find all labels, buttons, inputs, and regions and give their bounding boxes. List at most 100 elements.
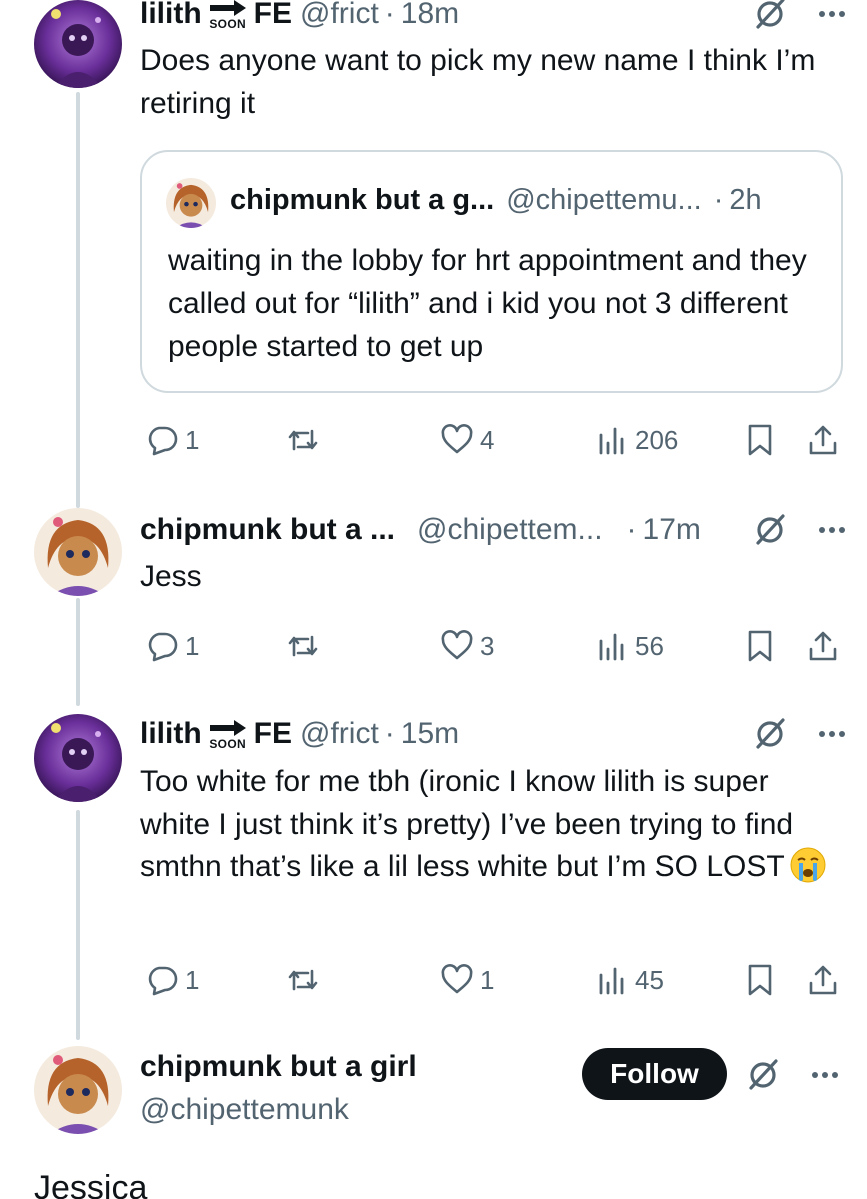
- display-name-suffix[interactable]: FE: [254, 0, 292, 31]
- quoted-tweet[interactable]: chipmunk but a g... @chipettemu... · 2h …: [140, 150, 843, 393]
- tweet-header: lilith SOON FE @frict · 18m: [140, 0, 847, 34]
- display-name[interactable]: chipmunk but a ...: [140, 513, 395, 547]
- views-button[interactable]: 45: [595, 960, 664, 1000]
- quoted-user-handle[interactable]: @chipettemu...: [506, 184, 701, 217]
- views-button[interactable]: 206: [595, 420, 678, 460]
- reply-icon: [148, 426, 178, 456]
- quoted-display-name[interactable]: chipmunk but a g...: [230, 184, 494, 217]
- views-icon: [599, 427, 624, 455]
- share-icon: [809, 631, 837, 661]
- user-handle[interactable]: @frict: [300, 0, 379, 31]
- avatar[interactable]: [34, 0, 122, 88]
- main-display-name[interactable]: chipmunk but a girl: [140, 1050, 417, 1084]
- like-count: 4: [480, 424, 495, 455]
- share-button[interactable]: [806, 626, 840, 666]
- reply-count: 1: [185, 630, 200, 661]
- loudly-crying-face-icon: [790, 847, 826, 883]
- grok-icon[interactable]: [746, 1058, 780, 1092]
- repost-icon: [288, 635, 318, 657]
- tweet-header: lilith SOON FE @frict · 15m: [140, 714, 847, 754]
- repost-icon: [288, 969, 318, 991]
- heart-icon: [441, 630, 473, 660]
- grok-icon[interactable]: [753, 717, 787, 751]
- tweet-actions: 1 1 45: [140, 960, 847, 1000]
- bookmark-icon: [748, 630, 772, 662]
- grok-icon[interactable]: [753, 0, 787, 31]
- avatar[interactable]: [34, 508, 122, 596]
- view-count: 56: [635, 630, 664, 661]
- tweet-text: Too white for me tbh (ironic I know lili…: [140, 761, 837, 889]
- bookmark-button[interactable]: [743, 626, 777, 666]
- heart-icon: [441, 964, 473, 994]
- like-button[interactable]: 4: [440, 420, 494, 460]
- display-name[interactable]: lilith: [140, 0, 202, 31]
- avatar[interactable]: [34, 1046, 122, 1134]
- thread-line: [76, 810, 80, 1040]
- more-icon[interactable]: [810, 1060, 840, 1090]
- follow-button[interactable]: Follow: [582, 1048, 727, 1100]
- thread-line: [76, 598, 80, 706]
- reply-button[interactable]: 1: [145, 626, 199, 666]
- avatar[interactable]: [34, 714, 122, 802]
- reply-button[interactable]: 1: [145, 960, 199, 1000]
- soon-arrow-badge: SOON: [208, 0, 248, 30]
- timestamp[interactable]: 18m: [401, 0, 459, 31]
- user-handle[interactable]: @frict: [300, 717, 379, 751]
- heart-icon: [441, 424, 473, 454]
- arrow-right-icon: [209, 0, 246, 16]
- timestamp[interactable]: 15m: [401, 717, 459, 751]
- more-icon[interactable]: [817, 719, 847, 749]
- view-count: 45: [635, 964, 664, 995]
- share-button[interactable]: [806, 420, 840, 460]
- like-count: 1: [480, 964, 495, 995]
- repost-button[interactable]: [286, 626, 320, 666]
- bookmark-icon: [748, 424, 772, 456]
- timestamp[interactable]: 17m: [643, 513, 701, 547]
- reply-button[interactable]: 1: [145, 420, 199, 460]
- avatar[interactable]: [166, 178, 216, 228]
- bookmark-button[interactable]: [743, 420, 777, 460]
- more-icon[interactable]: [817, 0, 847, 29]
- bookmark-icon: [748, 964, 772, 996]
- bookmark-button[interactable]: [743, 960, 777, 1000]
- tweet-actions: 1 3 56: [140, 626, 847, 666]
- like-button[interactable]: 3: [440, 626, 494, 666]
- separator-dot: ·: [384, 717, 395, 750]
- grok-icon[interactable]: [753, 513, 787, 547]
- main-user-handle[interactable]: @chipettemunk: [140, 1093, 349, 1127]
- quoted-tweet-text: waiting in the lobby for hrt appointment…: [168, 244, 807, 363]
- separator-dot: ·: [626, 513, 637, 546]
- share-button[interactable]: [806, 960, 840, 1000]
- repost-button[interactable]: [286, 960, 320, 1000]
- views-icon: [599, 967, 624, 995]
- like-count: 3: [480, 630, 495, 661]
- repost-button[interactable]: [286, 420, 320, 460]
- tweet-text-body: Too white for me tbh (ironic I know lili…: [140, 765, 794, 883]
- views-icon: [599, 633, 624, 661]
- reply-count: 1: [185, 964, 200, 995]
- separator-dot: ·: [713, 184, 724, 216]
- soon-label: SOON: [209, 736, 246, 751]
- quoted-timestamp[interactable]: 2h: [729, 184, 761, 217]
- share-icon: [809, 965, 837, 995]
- tweet-header: chipmunk but a ... @chipettem... · 17m: [140, 510, 847, 550]
- separator-dot: ·: [384, 0, 395, 30]
- reply-icon: [148, 966, 178, 996]
- tweet-text: Does anyone want to pick my new name I t…: [140, 44, 816, 120]
- reply-count: 1: [185, 424, 200, 455]
- display-name[interactable]: lilith: [140, 717, 202, 751]
- repost-icon: [288, 429, 318, 451]
- views-button[interactable]: 56: [595, 626, 664, 666]
- main-tweet-text: Jessica: [34, 1169, 148, 1199]
- more-icon[interactable]: [817, 515, 847, 545]
- soon-label: SOON: [209, 16, 246, 31]
- arrow-right-icon: [209, 719, 246, 736]
- tweet-text: Jess: [140, 560, 202, 593]
- like-button[interactable]: 1: [440, 960, 494, 1000]
- display-name-suffix[interactable]: FE: [254, 717, 292, 751]
- thread-line: [76, 92, 80, 508]
- reply-icon: [148, 632, 178, 662]
- view-count: 206: [635, 424, 679, 455]
- soon-arrow-badge: SOON: [208, 719, 248, 750]
- user-handle[interactable]: @chipettem...: [417, 513, 603, 547]
